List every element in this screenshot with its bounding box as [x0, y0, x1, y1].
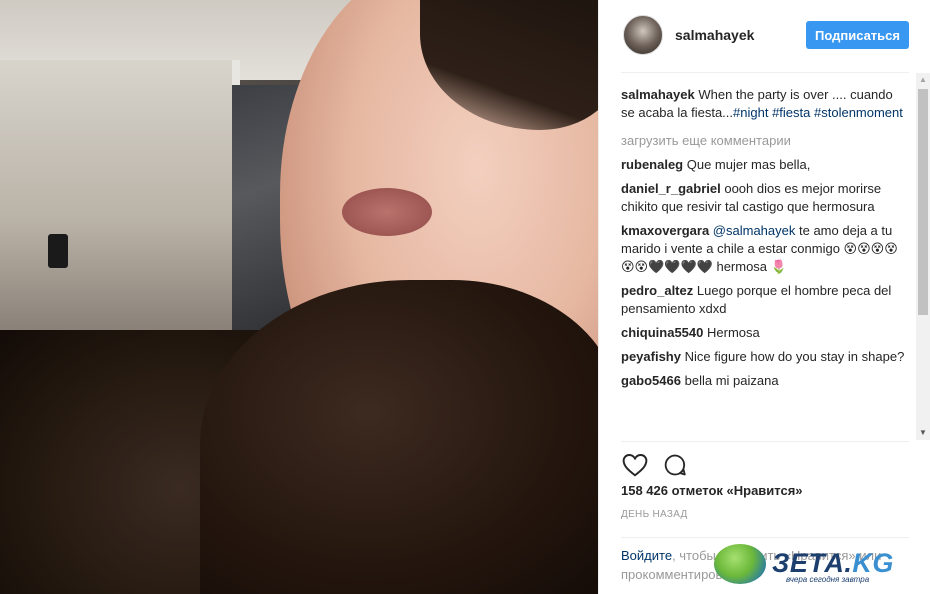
comment-username[interactable]: gabo5466: [621, 373, 681, 388]
comment-item: peyafishy Nice figure how do you stay in…: [621, 348, 909, 366]
comment-text: Que mujer mas bella,: [686, 157, 811, 172]
globe-icon: [714, 544, 766, 584]
post-side-panel: salmahayek Подписаться salmahayek When t…: [598, 0, 930, 594]
likes-count[interactable]: 158 426 отметок «Нравится»: [621, 483, 803, 498]
photo-lips: [342, 188, 432, 236]
comment-item: pedro_altez Luego porque el hombre peca …: [621, 282, 909, 318]
watermark-logo: ЗЕТА.KG вчера сегодня завтра: [714, 540, 930, 590]
avatar[interactable]: [623, 15, 663, 55]
comment-username[interactable]: daniel_r_gabriel: [621, 181, 721, 196]
follow-button[interactable]: Подписаться: [806, 21, 909, 49]
comment-text: Hermosa: [707, 325, 760, 340]
comment-item: rubenaleg Que mujer mas bella,: [621, 156, 909, 174]
comment-username[interactable]: pedro_altez: [621, 283, 693, 298]
login-link[interactable]: Войдите: [621, 548, 672, 563]
post-actions: [621, 441, 909, 485]
caption: salmahayek When the party is over .... c…: [621, 86, 909, 122]
scroll-up-arrow-icon[interactable]: ▲: [916, 75, 930, 85]
header-username[interactable]: salmahayek: [675, 27, 754, 43]
photo-phone: [48, 234, 68, 268]
post-photo[interactable]: [0, 0, 598, 594]
comment-username[interactable]: kmaxovergara: [621, 223, 709, 238]
hashtag-link[interactable]: #fiesta: [772, 105, 810, 120]
watermark-tagline: вчера сегодня завтра: [786, 575, 870, 584]
speech-bubble-icon[interactable]: [661, 451, 689, 479]
comment-username[interactable]: peyafishy: [621, 349, 681, 364]
post-date: ДЕНЬ НАЗАД: [621, 509, 688, 520]
hashtag-link[interactable]: #night: [733, 105, 768, 120]
comment-text: Nice figure how do you stay in shape?: [684, 349, 905, 364]
comment-mention-link[interactable]: @salmahayek: [713, 223, 796, 238]
hashtag-link[interactable]: #stolenmoment: [814, 105, 903, 120]
comment-item: daniel_r_gabriel oooh dios es mejor mori…: [621, 180, 909, 216]
scrollbar-thumb[interactable]: [918, 89, 928, 315]
caption-username[interactable]: salmahayek: [621, 87, 695, 102]
heart-outline-icon[interactable]: [621, 451, 649, 479]
post-header: salmahayek Подписаться: [621, 0, 909, 73]
photo-mirror: [0, 60, 240, 330]
comments-list: salmahayek When the party is over .... c…: [621, 86, 909, 441]
comment-username[interactable]: rubenaleg: [621, 157, 683, 172]
comment-username[interactable]: chiquina5540: [621, 325, 703, 340]
load-more-comments-link[interactable]: загрузить еще комментарии: [621, 132, 909, 150]
watermark-tld: KG: [852, 548, 894, 578]
comment-item: gabo5466 bella mi paizana: [621, 372, 909, 390]
scroll-down-arrow-icon[interactable]: ▼: [916, 428, 930, 438]
comments-scrollbar[interactable]: ▲ ▼: [916, 73, 930, 440]
watermark-brand-name: ЗЕТА.: [772, 548, 853, 578]
comment-item: chiquina5540 Hermosa: [621, 324, 909, 342]
comment-text: bella mi paizana: [684, 373, 779, 388]
comment-item: kmaxovergara @salmahayek te amo deja a t…: [621, 222, 909, 276]
